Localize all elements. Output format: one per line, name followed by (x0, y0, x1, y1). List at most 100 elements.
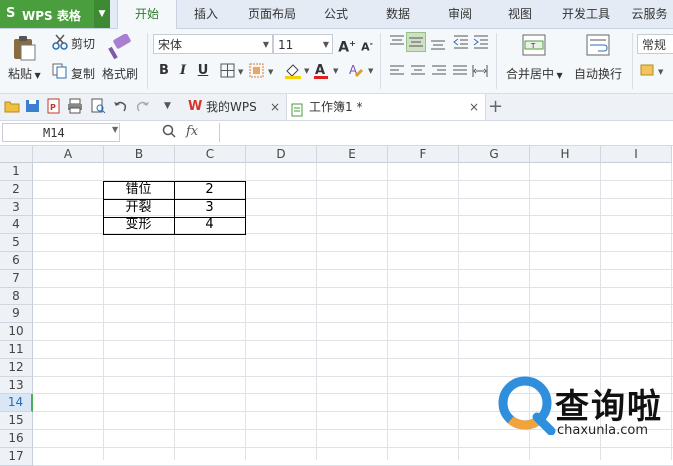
clear-format-icon[interactable]: A ▼ (348, 62, 376, 83)
formula-input[interactable] (219, 123, 673, 142)
align-bottom-icon[interactable] (430, 37, 446, 54)
row-header[interactable]: 3 (0, 198, 33, 217)
underline-button[interactable]: U (194, 62, 212, 80)
bold-button[interactable]: B (155, 62, 173, 80)
chevron-down-icon[interactable]: ▼ (94, 0, 110, 28)
cut-button[interactable]: 剪切 (71, 35, 95, 52)
row-header[interactable]: 8 (0, 287, 33, 306)
align-right-icon[interactable] (431, 65, 447, 80)
undo-icon[interactable] (113, 99, 127, 116)
format-painter-button[interactable]: 格式刷 (102, 65, 138, 82)
row-header[interactable]: 14 (0, 394, 33, 413)
borders-icon[interactable]: ▼ (220, 63, 246, 82)
close-icon[interactable]: × (469, 94, 479, 120)
italic-button[interactable]: I (174, 62, 192, 80)
column-header[interactable]: I (601, 146, 672, 163)
close-icon[interactable]: × (270, 94, 280, 120)
row-header[interactable]: 10 (0, 323, 33, 341)
app-menu-button[interactable]: S WPS 表格 ▼ (0, 0, 110, 28)
table-cell-label[interactable]: 错位 (103, 181, 174, 199)
table-cell-value[interactable]: 3 (174, 199, 245, 217)
font-size-select[interactable]: 11 ▼ (273, 34, 333, 54)
scissors-icon[interactable] (52, 34, 68, 53)
indent-decrease-icon[interactable] (453, 35, 469, 52)
row-header[interactable]: 16 (0, 430, 33, 448)
font-name-select[interactable]: 宋体 ▼ (153, 34, 273, 54)
justify-icon[interactable] (452, 65, 468, 80)
distribute-icon[interactable] (472, 64, 488, 81)
open-folder-icon[interactable] (4, 99, 20, 116)
ribbon-divider (632, 33, 633, 89)
row-header[interactable]: 2 (0, 180, 33, 199)
table-cell-value[interactable]: 2 (174, 181, 245, 199)
copy-button[interactable]: 复制 (71, 65, 95, 82)
fill-pattern-icon[interactable]: ▼ (249, 63, 277, 82)
tab-developer[interactable]: 开发工具 (556, 0, 616, 28)
export-pdf-icon[interactable]: P (46, 98, 62, 117)
row-header[interactable]: 9 (0, 305, 33, 324)
column-header[interactable]: D (246, 146, 317, 163)
paste-icon[interactable] (11, 35, 37, 61)
column-header[interactable]: C (175, 146, 246, 163)
align-left-icon[interactable] (389, 65, 405, 80)
redo-icon[interactable] (136, 99, 150, 116)
column-header[interactable]: A (33, 146, 104, 163)
print-icon[interactable] (67, 98, 83, 117)
row-header[interactable]: 1 (0, 163, 33, 181)
column-header[interactable]: G (459, 146, 530, 163)
tab-view[interactable]: 视图 (496, 0, 544, 28)
font-color-icon[interactable]: A ▼ (313, 62, 341, 83)
select-all-corner[interactable] (0, 146, 33, 163)
currency-format-icon[interactable]: ▼ (640, 63, 668, 82)
chevron-down-icon[interactable]: ▼ (112, 125, 118, 134)
wrap-text-button[interactable]: 自动换行 (574, 65, 622, 82)
copy-icon[interactable] (52, 63, 68, 82)
tab-insert[interactable]: 插入 (180, 0, 232, 28)
doc-tab-workbook[interactable]: 工作簿1 * × (286, 94, 486, 120)
paste-button[interactable]: 粘贴 ▼ (8, 65, 41, 82)
grow-font-button[interactable]: A+ (338, 35, 356, 56)
merge-center-button[interactable]: 合并居中 ▼ (506, 65, 563, 82)
row-header[interactable]: 7 (0, 269, 33, 288)
align-top-icon[interactable] (389, 35, 405, 52)
align-center-icon[interactable] (410, 65, 426, 80)
tab-cloud[interactable]: 云服务 (626, 0, 673, 28)
align-middle-icon[interactable] (406, 32, 426, 52)
save-icon[interactable] (25, 99, 41, 116)
print-preview-icon[interactable] (90, 98, 106, 117)
more-commands-icon[interactable]: ▼ (164, 101, 171, 111)
row-header[interactable]: 11 (0, 341, 33, 359)
new-tab-plus-icon[interactable]: + (488, 94, 503, 120)
shrink-font-button[interactable]: A- (358, 35, 376, 54)
doc-tab-my-wps[interactable]: W 我的WPS × (184, 94, 286, 120)
ribbon-divider (380, 33, 381, 89)
row-header[interactable]: 17 (0, 447, 33, 466)
row-header[interactable]: 4 (0, 216, 33, 235)
column-header[interactable]: B (104, 146, 175, 163)
indent-increase-icon[interactable] (473, 35, 489, 52)
row-header[interactable]: 6 (0, 252, 33, 270)
zoom-search-icon[interactable] (162, 124, 176, 141)
tab-data[interactable]: 数据 (372, 0, 424, 28)
column-header[interactable]: H (530, 146, 601, 163)
merge-center-icon[interactable]: T (522, 34, 546, 59)
column-header[interactable]: F (388, 146, 459, 163)
name-box[interactable]: M14 (2, 123, 120, 142)
table-cell-label[interactable]: 变形 (103, 216, 174, 234)
wrap-text-icon[interactable] (586, 34, 610, 59)
fill-color-icon[interactable]: ▼ (284, 62, 312, 83)
row-header[interactable]: 12 (0, 358, 33, 377)
tab-page-layout[interactable]: 页面布局 (240, 0, 304, 28)
row-header[interactable]: 15 (0, 412, 33, 430)
table-cell-value[interactable]: 4 (174, 216, 245, 234)
table-cell-label[interactable]: 开裂 (103, 199, 174, 217)
row-header[interactable]: 5 (0, 234, 33, 252)
number-format-select[interactable]: 常规 (637, 34, 673, 54)
tab-review[interactable]: 审阅 (434, 0, 486, 28)
format-painter-icon[interactable] (108, 33, 134, 63)
row-header[interactable]: 13 (0, 376, 33, 395)
tab-home[interactable]: 开始 (117, 0, 177, 29)
column-header[interactable]: E (317, 146, 388, 163)
tab-formulas[interactable]: 公式 (312, 0, 360, 28)
insert-function-button[interactable]: fx (186, 124, 198, 139)
